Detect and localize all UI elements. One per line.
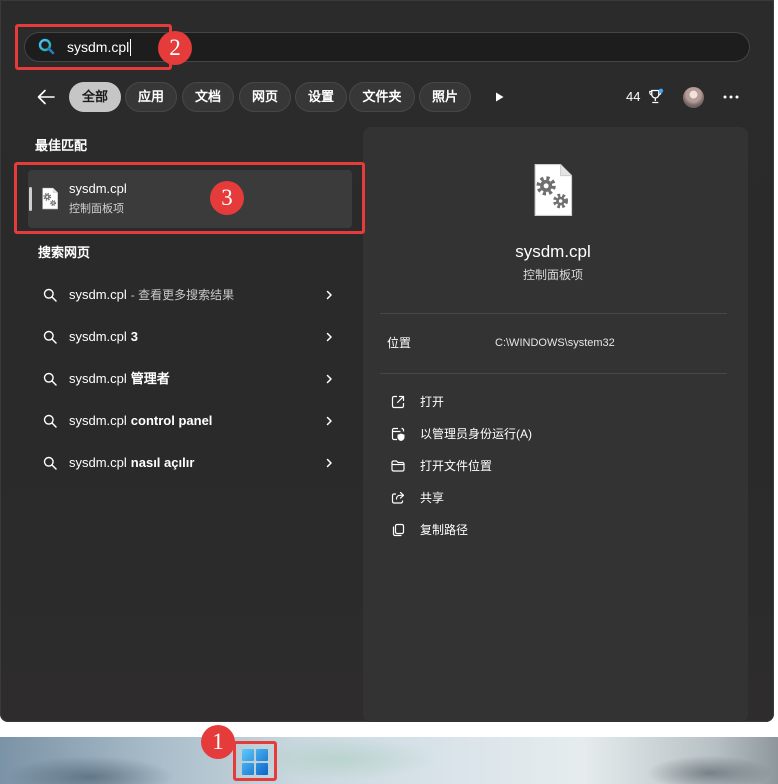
chevron-right-icon [324,290,334,300]
search-icon [43,330,57,344]
web-search-suffix: nasıl açılır [130,455,195,470]
folder-icon [390,458,406,474]
divider [380,313,727,314]
web-search-text: sysdm.cpl control panel [69,400,212,442]
annotation-marker-2: 2 [158,31,192,65]
best-match-heading: 最佳匹配 [35,138,88,153]
web-search-suffix: control panel [130,413,213,428]
action-label: 打开文件位置 [420,459,493,473]
location-value: C:\WINDOWS\system32 [495,337,615,349]
web-search-heading: 搜索网页 [38,245,91,260]
filter-chip-apps[interactable]: 应用 [125,82,177,112]
search-icon [43,288,57,302]
web-search-text: sysdm.cpl nasıl açılır [69,442,194,484]
details-title: sysdm.cpl [515,242,591,261]
web-search-suffix: - 查看更多搜索结果 [130,288,235,302]
annotation-box-search [15,24,172,70]
web-search-query: sysdm.cpl [69,287,127,302]
location-label: 位置 [387,336,412,350]
web-search-query: sysdm.cpl [69,455,127,470]
web-search-text: sysdm.cpl 3 [69,316,138,358]
filter-chip-folders[interactable]: 文件夹 [349,82,415,112]
copy-path-icon [390,522,406,538]
back-arrow-icon[interactable] [34,85,58,109]
web-search-query: sysdm.cpl [69,329,127,344]
chevron-right-icon [324,374,334,384]
more-icon[interactable] [721,90,741,104]
web-search-item[interactable]: sysdm.cpl nasıl açılır [28,442,352,484]
run-as-admin-icon [390,426,406,442]
filter-chip-documents[interactable]: 文档 [182,82,234,112]
annotation-box-best-match [14,162,365,234]
action-label: 以管理员身份运行(A) [420,427,532,441]
chevron-right-icon [324,416,334,426]
open-icon [390,394,406,410]
web-search-suffix: 管理者 [130,371,170,386]
annotation-marker-3: 3 [210,181,244,215]
taskbar [0,737,778,784]
rewards-points[interactable]: 44 [626,88,640,106]
search-icon [43,372,57,386]
web-search-item[interactable]: sysdm.cpl - 查看更多搜索结果 [28,274,352,316]
play-icon[interactable] [493,91,505,103]
trophy-icon[interactable] [647,88,664,105]
annotation-box-start [233,741,277,781]
settings-file-icon [531,162,575,218]
action-open-file-location[interactable]: 打开文件位置 [380,450,731,482]
web-search-text: sysdm.cpl 管理者 [69,358,170,400]
avatar-icon[interactable] [683,87,704,108]
web-search-item[interactable]: sysdm.cpl control panel [28,400,352,442]
action-share[interactable]: 共享 [380,482,731,514]
filter-chip-web[interactable]: 网页 [239,82,291,112]
filter-chip-photos[interactable]: 照片 [419,82,471,112]
details-subtitle: 控制面板项 [522,268,583,282]
action-copy-path[interactable]: 复制路径 [380,514,731,546]
chevron-right-icon [324,332,334,342]
web-search-item[interactable]: sysdm.cpl 3 [28,316,352,358]
details-pane: sysdm.cpl 控制面板项 位置 C:\WINDOWS\system32 打… [363,127,748,722]
web-search-text: sysdm.cpl - 查看更多搜索结果 [69,274,234,316]
web-search-query: sysdm.cpl [69,371,127,386]
action-open[interactable]: 打开 [380,386,731,418]
share-icon [390,490,406,506]
action-label: 打开 [420,395,445,409]
search-icon [43,456,57,470]
search-panel: sysdm.cpl 全部 应用 文档 网页 设置 文件夹 照片 44 最佳匹配 [0,0,774,722]
chevron-right-icon [324,458,334,468]
filter-chip-settings[interactable]: 设置 [295,82,347,112]
action-label: 复制路径 [420,523,469,537]
search-icon [43,414,57,428]
web-search-query: sysdm.cpl [69,413,127,428]
divider [380,373,727,374]
action-label: 共享 [420,491,445,505]
web-search-suffix: 3 [130,329,139,344]
annotation-marker-1: 1 [201,725,235,759]
filter-chip-all[interactable]: 全部 [69,82,121,112]
web-search-item[interactable]: sysdm.cpl 管理者 [28,358,352,400]
action-run-as-admin[interactable]: 以管理员身份运行(A) [380,418,731,450]
